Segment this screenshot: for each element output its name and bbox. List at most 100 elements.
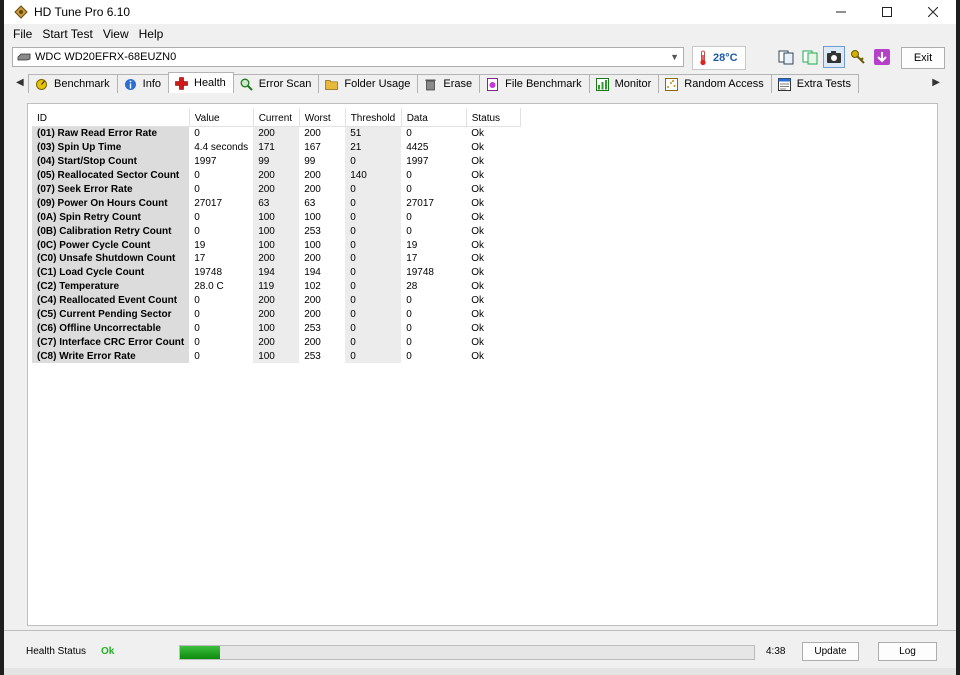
table-row[interactable]: (04) Start/Stop Count 1997 99 99 0 1997 Ok bbox=[32, 154, 520, 169]
table-row[interactable]: (C7) Interface CRC Error Count 0 200 200 0 0 O… bbox=[32, 335, 520, 350]
copy-all-icon bbox=[802, 50, 818, 65]
table-row[interactable]: (09) Power On Hours Count 27017 63 63 0 27017… bbox=[32, 196, 520, 211]
column-header-threshold[interactable]: Threshold bbox=[345, 108, 402, 127]
attribute-current: 200 bbox=[253, 168, 300, 183]
tab-label: Monitor bbox=[614, 78, 652, 90]
hard-drive-icon bbox=[17, 53, 31, 61]
attribute-name: (01) Raw Read Error Rate bbox=[32, 126, 190, 141]
tab-label: Info bbox=[142, 78, 161, 90]
attribute-worst: 200 bbox=[304, 253, 321, 265]
menu-start-test[interactable]: Start Test bbox=[37, 27, 97, 41]
random-access-icon bbox=[665, 77, 679, 91]
temperature-value: 28°C bbox=[713, 52, 738, 64]
log-button[interactable]: Log bbox=[878, 642, 937, 661]
table-row[interactable]: (C6) Offline Uncorrectable 0 100 253 0 0 Ok bbox=[32, 321, 520, 336]
tab-random-access[interactable]: Random Access bbox=[658, 74, 772, 93]
attribute-threshold: 0 bbox=[345, 335, 402, 350]
table-row[interactable]: (03) Spin Up Time 4.4 seconds 171 167 21 4425… bbox=[32, 140, 520, 155]
attribute-threshold: 0 bbox=[345, 238, 402, 253]
table-row[interactable]: (C5) Current Pending Sector 0 200 200 0 0 Ok bbox=[32, 307, 520, 322]
table-row[interactable]: (0C) Power Cycle Count 19 100 100 0 19 Ok bbox=[32, 238, 520, 253]
info-icon bbox=[124, 78, 136, 90]
tab-benchmark[interactable]: Benchmark bbox=[28, 74, 118, 93]
tab-label: Benchmark bbox=[54, 78, 110, 90]
attribute-data: 0 bbox=[406, 295, 412, 307]
attribute-worst: 253 bbox=[304, 225, 321, 237]
attribute-status: Ok bbox=[471, 184, 484, 195]
table-row[interactable]: (C8) Write Error Rate 0 100 253 0 0 Ok bbox=[32, 349, 520, 364]
table-row[interactable]: (C1) Load Cycle Count 19748 194 194 0 19748 Ok bbox=[32, 265, 520, 280]
attribute-name: (C4) Reallocated Event Count bbox=[32, 293, 190, 308]
attribute-name: (C6) Offline Uncorrectable bbox=[32, 321, 190, 336]
menu-help[interactable]: Help bbox=[134, 27, 169, 41]
attribute-name: (C8) Write Error Rate bbox=[32, 349, 190, 364]
column-header-worst[interactable]: Worst bbox=[299, 108, 346, 127]
column-header-id[interactable]: ID bbox=[32, 108, 190, 127]
column-header-value[interactable]: Value bbox=[189, 108, 254, 127]
table-row[interactable]: (0A) Spin Retry Count 0 100 100 0 0 Ok bbox=[32, 210, 520, 225]
attribute-value: 0 bbox=[194, 225, 200, 237]
column-header-status[interactable]: Status bbox=[466, 108, 521, 127]
table-row[interactable]: (C0) Unsafe Shutdown Count 17 200 200 0 17 Ok bbox=[32, 252, 520, 266]
table-row[interactable]: (05) Reallocated Sector Count 0 200 200 140 0… bbox=[32, 168, 520, 183]
attribute-status: Ok bbox=[471, 197, 484, 209]
drive-select[interactable]: WDC WD20EFRX-68EUZN0 ▼ bbox=[12, 47, 684, 67]
attribute-status: Ok bbox=[471, 350, 484, 362]
window-title: HD Tune Pro 6.10 bbox=[34, 5, 131, 19]
attribute-status: Ok bbox=[471, 239, 484, 251]
attribute-name: (09) Power On Hours Count bbox=[32, 196, 190, 211]
tab-label: Erase bbox=[443, 78, 473, 90]
table-row[interactable]: (01) Raw Read Error Rate 0 200 200 51 0 Ok bbox=[32, 126, 520, 141]
attribute-value: 19 bbox=[194, 239, 206, 251]
exit-button[interactable]: Exit bbox=[901, 47, 945, 69]
copy-text-icon bbox=[778, 50, 794, 65]
screenshot-button[interactable] bbox=[823, 46, 845, 68]
attribute-value: 27017 bbox=[194, 197, 223, 209]
tab-monitor[interactable]: Monitor bbox=[588, 74, 660, 93]
table-row[interactable]: (0B) Calibration Retry Count 0 100 253 0 0 Ok bbox=[32, 224, 520, 239]
menu-file[interactable]: File bbox=[8, 27, 37, 41]
options-button[interactable] bbox=[847, 46, 869, 68]
trash-icon bbox=[425, 79, 436, 90]
table-row[interactable]: (C4) Reallocated Event Count 0 200 200 0 0 Ok bbox=[32, 293, 520, 308]
column-header-current[interactable]: Current bbox=[253, 108, 300, 127]
file-benchmark-icon bbox=[487, 77, 499, 91]
tab-folder-usage[interactable]: Folder Usage bbox=[318, 74, 419, 93]
attribute-threshold: 0 bbox=[345, 210, 402, 225]
menu-view[interactable]: View bbox=[98, 27, 134, 41]
tab-label: Extra Tests bbox=[796, 78, 851, 90]
attribute-data: 0 bbox=[406, 225, 412, 237]
close-button[interactable] bbox=[910, 0, 956, 24]
table-row[interactable]: (C2) Temperature 28.0 C 119 102 0 28 Ok bbox=[32, 279, 520, 294]
bottom-edge bbox=[4, 668, 956, 675]
maximize-button[interactable] bbox=[864, 0, 910, 24]
tab-extra-tests[interactable]: Extra Tests bbox=[770, 74, 859, 93]
attribute-data: 0 bbox=[406, 211, 412, 223]
attribute-current: 100 bbox=[253, 224, 300, 239]
attribute-worst: 99 bbox=[304, 156, 316, 168]
table-row[interactable]: (07) Seek Error Rate 0 200 200 0 0 Ok bbox=[32, 182, 520, 197]
minimize-button[interactable] bbox=[818, 0, 864, 24]
attribute-worst: 102 bbox=[304, 281, 321, 293]
copy-all-button[interactable] bbox=[799, 46, 821, 68]
copy-text-button[interactable] bbox=[775, 46, 797, 68]
attribute-current: 194 bbox=[253, 265, 300, 280]
attribute-current: 200 bbox=[253, 252, 300, 266]
tab-health[interactable]: Health bbox=[168, 72, 234, 93]
attribute-status: Ok bbox=[471, 128, 484, 140]
tab-file-benchmark[interactable]: File Benchmark bbox=[479, 74, 590, 93]
table-header-row: ID Value Current Worst Threshold Data St… bbox=[32, 108, 521, 127]
attribute-name: (07) Seek Error Rate bbox=[32, 182, 190, 197]
tab-scroll-left-icon[interactable]: ◀ bbox=[16, 77, 24, 88]
attribute-name: (05) Reallocated Sector Count bbox=[32, 168, 190, 183]
tab-info[interactable]: Info bbox=[116, 74, 169, 93]
tab-erase[interactable]: Erase bbox=[417, 74, 481, 93]
tab-error-scan[interactable]: Error Scan bbox=[232, 74, 320, 93]
column-header-data[interactable]: Data bbox=[401, 108, 467, 127]
attribute-name: (C0) Unsafe Shutdown Count bbox=[32, 252, 190, 266]
tab-scroll-right-icon[interactable]: ▶ bbox=[932, 77, 940, 88]
attribute-threshold: 0 bbox=[345, 224, 402, 239]
save-button[interactable] bbox=[871, 46, 893, 68]
update-button[interactable]: Update bbox=[802, 642, 859, 661]
tab-label: Folder Usage bbox=[344, 78, 411, 90]
